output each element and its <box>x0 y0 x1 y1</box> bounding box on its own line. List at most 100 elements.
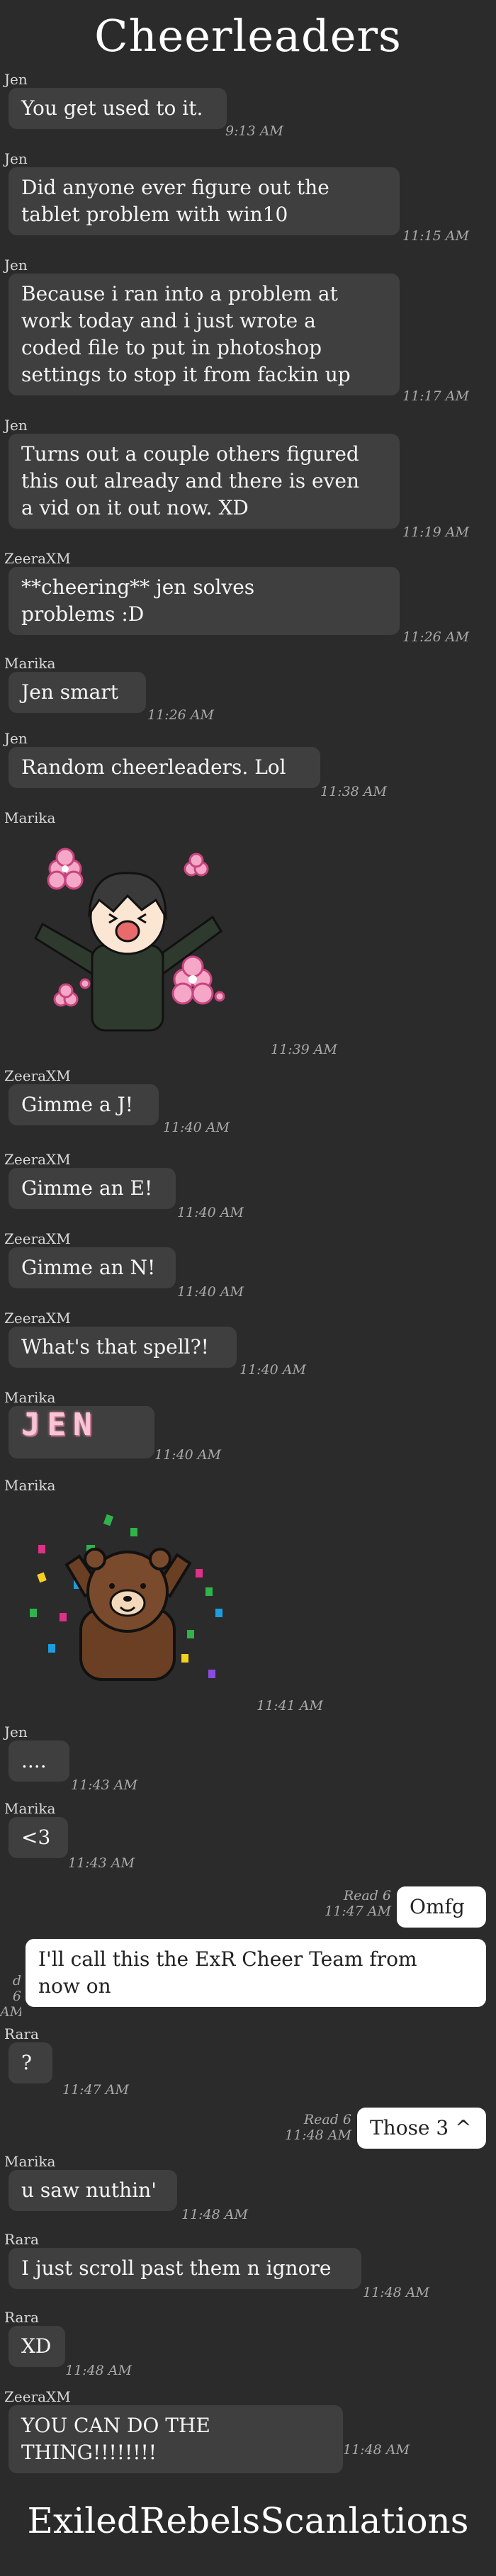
sender-name: Rara <box>4 2025 39 2042</box>
message-line: Because i ran into a problem at <box>21 282 338 305</box>
timestamp: 11:40 AM <box>177 1284 244 1300</box>
message-text: YOU CAN DO THE THING!!!!!!!! <box>21 2414 210 2464</box>
message-bubble[interactable]: What's that spell?! <box>9 1327 237 1368</box>
message-text: .... <box>21 1749 47 1772</box>
sender-name: Jen <box>4 417 28 434</box>
message-line: Did anyone ever figure out the <box>21 176 329 199</box>
message-bubble[interactable]: Gimme an E! <box>9 1168 176 1209</box>
timestamp: 11:48 AM <box>181 2207 248 2222</box>
sender-name: Marika <box>4 809 56 826</box>
sender-name: Marika <box>4 1389 56 1406</box>
message-bubble[interactable]: I just scroll past them n ignore <box>9 2248 361 2289</box>
sender-name: Jen <box>4 71 28 88</box>
message-text: Gimme an N! <box>21 1256 156 1279</box>
timestamp: 11:40 AM <box>154 1447 221 1463</box>
timestamp: 11:41 AM <box>257 1698 323 1714</box>
message-bubble[interactable]: .... <box>9 1740 69 1782</box>
message-bubble[interactable]: **cheering** jen solves problems :D <box>9 567 400 635</box>
sender-name: ZeeraXM <box>4 2388 71 2405</box>
message-bubble[interactable]: XD <box>9 2326 65 2367</box>
timestamp: 11:19 AM <box>402 524 469 540</box>
message-text: <3 <box>21 1826 51 1849</box>
message-text: Gimme an E! <box>21 1176 153 1200</box>
message-text: You get used to it. <box>21 96 203 120</box>
timestamp: 11:48 AM <box>65 2363 132 2378</box>
message-line: this out already and there is even <box>21 469 359 493</box>
sender-name: Jen <box>4 1723 28 1740</box>
read-count: d 6 <box>12 1973 21 2004</box>
read-receipt: d 6 AM <box>0 1973 21 2020</box>
message-bubble[interactable]: Gimme an N! <box>9 1247 176 1288</box>
message-text: Gimme a J! <box>21 1093 133 1116</box>
sender-name: Marika <box>4 2153 56 2170</box>
scanlation-credit: ExiledRebelsScanlations <box>27 2500 469 2541</box>
own-message-bubble[interactable]: Those 3 ^ <box>357 2108 486 2149</box>
timestamp: 11:40 AM <box>163 1120 230 1135</box>
sender-name: Jen <box>4 730 28 747</box>
message-text: Jen smart <box>21 680 118 704</box>
own-message-bubble[interactable]: Omfg <box>397 1886 486 1928</box>
message-line: a vid on it out now. XD <box>21 496 249 519</box>
message-bubble[interactable]: Random cheerleaders. Lol <box>9 747 320 788</box>
timestamp: 11:40 AM <box>177 1205 244 1220</box>
timestamp: 11:17 AM <box>402 388 469 404</box>
message-bubble[interactable]: <3 <box>9 1817 68 1858</box>
message-bubble[interactable]: ? <box>9 2042 52 2083</box>
timestamp: 11:48 AM <box>285 2127 351 2143</box>
message-line: settings to stop it from fackin up <box>21 363 351 386</box>
message-text: XD <box>21 2334 52 2358</box>
timestamp: 9:13 AM <box>225 123 283 139</box>
sender-name: Marika <box>4 1477 56 1494</box>
message-bubble[interactable]: YOU CAN DO THE THING!!!!!!!! <box>9 2405 343 2473</box>
timestamp: 11:48 AM <box>343 2442 410 2458</box>
timestamp: 11:47 AM <box>62 2082 129 2098</box>
message-bubble[interactable]: You get used to it. <box>9 88 227 129</box>
read-count: Read 6 <box>303 2112 351 2127</box>
message-bubble[interactable]: Jen smart <box>9 672 146 713</box>
message-text: What's that spell?! <box>21 1335 209 1359</box>
message-bubble[interactable]: Turns out a couple others figured this o… <box>9 434 400 529</box>
read-receipt: Read 6 11:47 AM <box>305 1888 391 1919</box>
message-text: I just scroll past them n ignore <box>21 2256 332 2280</box>
message-bubble[interactable]: Because i ran into a problem at work tod… <box>9 274 400 395</box>
timestamp: 11:26 AM <box>147 707 214 723</box>
message-bubble[interactable]: JEN <box>9 1406 154 1458</box>
message-line: work today and i just wrote a <box>21 309 316 332</box>
message-bubble[interactable]: Gimme a J! <box>9 1084 159 1125</box>
message-line: Turns out a couple others figured <box>21 442 359 466</box>
chat-title: Cheerleaders <box>94 10 402 62</box>
sender-name: Marika <box>4 1800 56 1817</box>
message-line: **cheering** jen solves <box>21 575 255 599</box>
message-bubble[interactable]: Did anyone ever figure out the tablet pr… <box>9 167 400 235</box>
sender-name: Marika <box>4 655 56 672</box>
message-line: tablet problem with win10 <box>21 203 288 226</box>
timestamp: 11:38 AM <box>320 784 387 799</box>
sender-name: ZeeraXM <box>4 550 71 567</box>
cheering-girl-sticker[interactable] <box>14 832 241 1045</box>
own-message-bubble[interactable]: I'll call this the ExR Cheer Team from n… <box>26 1939 486 2007</box>
timestamp: 11:40 AM <box>239 1362 306 1378</box>
read-receipt: Read 6 11:48 AM <box>265 2112 351 2143</box>
message-text: u saw nuthin' <box>21 2178 157 2202</box>
sender-name: Jen <box>4 150 28 167</box>
timestamp: 11:26 AM <box>402 629 469 645</box>
sender-name: Rara <box>4 2309 39 2326</box>
sender-name: ZeeraXM <box>4 1151 71 1168</box>
timestamp: 11:43 AM <box>71 1777 137 1793</box>
timestamp: 11:48 AM <box>363 2285 429 2300</box>
message-text: Omfg <box>410 1895 465 1918</box>
timestamp: 11:43 AM <box>68 1855 135 1871</box>
message-text: Those 3 ^ <box>370 2116 472 2139</box>
jen-sticker-text: JEN <box>21 1407 99 1443</box>
sender-name: ZeeraXM <box>4 1310 71 1327</box>
message-bubble[interactable]: u saw nuthin' <box>9 2170 177 2211</box>
timestamp: 11:39 AM <box>271 1042 337 1057</box>
message-line: I'll call this the ExR Cheer Team from <box>38 1947 417 1971</box>
message-text: Random cheerleaders. Lol <box>21 755 286 779</box>
sender-name: Jen <box>4 257 28 274</box>
sender-name: ZeeraXM <box>4 1067 71 1084</box>
timestamp: AM <box>0 2004 21 2020</box>
confetti-bear-sticker[interactable] <box>17 1502 244 1687</box>
sender-name: Rara <box>4 2231 39 2248</box>
message-line: now on <box>38 1974 111 1998</box>
